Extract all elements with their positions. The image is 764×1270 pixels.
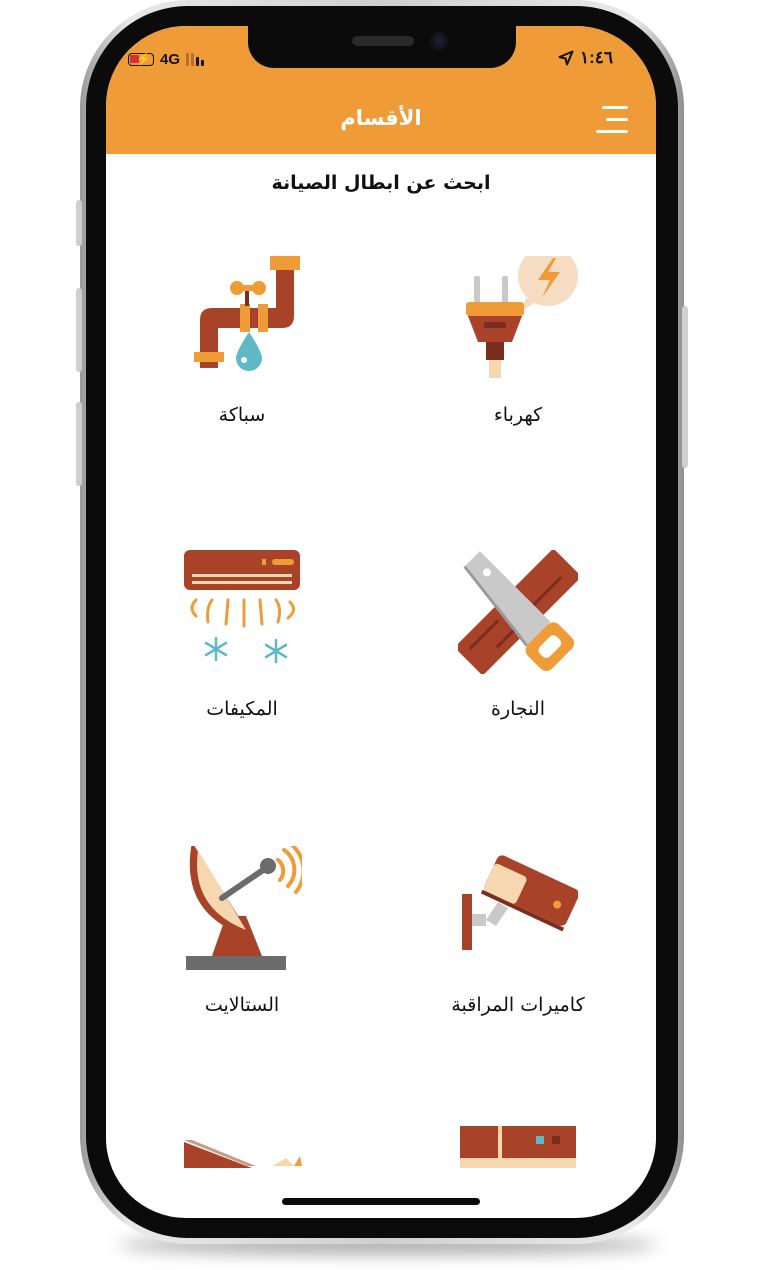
power-button [682, 306, 688, 468]
category-label: كاميرات المراقبة [451, 994, 585, 1016]
security-camera-icon [462, 855, 578, 950]
plumbing-pipe-icon [194, 256, 300, 371]
mute-switch [76, 200, 82, 246]
category-label: كهرباء [493, 404, 543, 426]
volume-down-button [76, 402, 82, 486]
network-type: 4G [160, 50, 181, 68]
home-indicator[interactable] [282, 1198, 480, 1205]
hamburger-line-icon [602, 106, 628, 109]
partial-category-icon [460, 1126, 576, 1168]
category-label: الستالايت [204, 994, 280, 1016]
hamburger-line-icon [606, 118, 628, 121]
status-time-group: ١:٤٦ [558, 48, 613, 68]
app-screen: ⚡ 4G ١:٤٦ الأقسام ابحث عن ابطال الصيانة [106, 26, 656, 1218]
volume-up-button [76, 288, 82, 372]
earpiece-speaker [352, 36, 414, 46]
status-indicators: ⚡ 4G [128, 50, 205, 68]
page-title: الأقسام [340, 106, 422, 130]
signal-strength-icon [186, 52, 205, 66]
menu-button[interactable] [596, 104, 628, 140]
saw-wood-icon [458, 550, 578, 674]
search-heroes-heading: ابحث عن ابطال الصيانة [271, 172, 491, 194]
category-partial-right[interactable] [458, 1124, 578, 1168]
location-arrow-icon [558, 50, 574, 66]
electric-plug-icon [466, 256, 578, 378]
app-header: ⚡ 4G ١:٤٦ الأقسام [106, 26, 656, 154]
hamburger-line-icon [596, 130, 628, 133]
notch [248, 26, 516, 68]
battery-charging-icon: ⚡ [128, 52, 154, 66]
category-label: النجارة [491, 698, 545, 720]
air-conditioner-icon [184, 550, 300, 664]
partial-category-icon [184, 1140, 302, 1168]
satellite-dish-icon [186, 846, 302, 970]
category-partial-left[interactable] [182, 1136, 302, 1168]
category-label: سباكة [218, 404, 266, 426]
category-label: المكيفات [206, 698, 278, 720]
status-time: ١:٤٦ [580, 48, 614, 67]
front-camera [430, 32, 448, 50]
